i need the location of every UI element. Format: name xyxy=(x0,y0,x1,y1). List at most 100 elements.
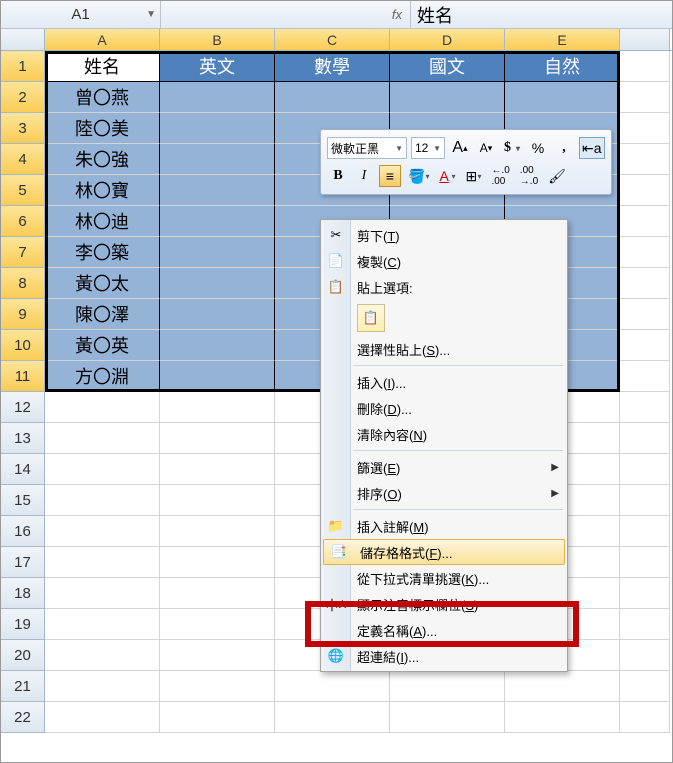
cell[interactable] xyxy=(620,268,670,299)
ctx-sort[interactable]: 排序(O) ▶ xyxy=(321,480,567,506)
row-header-12[interactable]: 12 xyxy=(1,392,45,423)
cell[interactable] xyxy=(160,82,275,113)
row-header-7[interactable]: 7 xyxy=(1,237,45,268)
cell[interactable] xyxy=(160,516,275,547)
comma-button[interactable]: , xyxy=(553,137,575,159)
cell[interactable] xyxy=(45,609,160,640)
format-painter-button[interactable]: 🖌 xyxy=(545,165,569,187)
decrease-indent-icon[interactable]: ⇤a xyxy=(579,137,605,159)
cell[interactable] xyxy=(620,206,670,237)
italic-button[interactable]: I xyxy=(353,165,375,187)
cell[interactable]: 曾〇燕 xyxy=(45,82,160,113)
center-align-button[interactable]: ≡ xyxy=(379,165,401,187)
cell[interactable] xyxy=(620,175,670,206)
cell[interactable] xyxy=(390,702,505,733)
col-header-C[interactable]: C xyxy=(275,29,390,50)
cell[interactable] xyxy=(160,330,275,361)
row-header-2[interactable]: 2 xyxy=(1,82,45,113)
ctx-show-phonetic[interactable]: 中文 顯示注音標示欄位(S) xyxy=(321,591,567,617)
ctx-clear[interactable]: 清除內容(N) xyxy=(321,421,567,447)
cell[interactable] xyxy=(620,578,670,609)
cell[interactable] xyxy=(160,206,275,237)
ctx-define-name[interactable]: 定義名稱(A)... xyxy=(321,617,567,643)
cell[interactable] xyxy=(620,640,670,671)
row-header-22[interactable]: 22 xyxy=(1,702,45,733)
row-header-21[interactable]: 21 xyxy=(1,671,45,702)
cell[interactable] xyxy=(45,485,160,516)
row-header-13[interactable]: 13 xyxy=(1,423,45,454)
cell[interactable] xyxy=(505,702,620,733)
ctx-insert-comment[interactable]: 📁 插入註解(M) xyxy=(321,513,567,539)
row-header-11[interactable]: 11 xyxy=(1,361,45,392)
cell[interactable]: 方〇淵 xyxy=(45,361,160,392)
currency-button[interactable]: $▾ xyxy=(501,137,523,159)
row-header-17[interactable]: 17 xyxy=(1,547,45,578)
col-header-E[interactable]: E xyxy=(505,29,620,50)
formula-input[interactable]: 姓名 xyxy=(411,1,672,28)
cell[interactable] xyxy=(275,702,390,733)
cell[interactable] xyxy=(160,640,275,671)
cell[interactable] xyxy=(160,175,275,206)
row-header-6[interactable]: 6 xyxy=(1,206,45,237)
cell[interactable] xyxy=(620,516,670,547)
cell[interactable] xyxy=(160,268,275,299)
percent-button[interactable]: % xyxy=(527,137,549,159)
cell[interactable]: 李〇築 xyxy=(45,237,160,268)
cell[interactable] xyxy=(160,578,275,609)
font-size-selector[interactable]: 12 ▼ xyxy=(411,137,445,159)
cell[interactable] xyxy=(620,82,670,113)
cell[interactable]: 陳〇澤 xyxy=(45,299,160,330)
cell[interactable] xyxy=(45,640,160,671)
cell[interactable] xyxy=(45,454,160,485)
cell[interactable]: 自然 xyxy=(505,51,620,82)
row-header-9[interactable]: 9 xyxy=(1,299,45,330)
cell[interactable]: 黃〇英 xyxy=(45,330,160,361)
cell[interactable] xyxy=(275,82,390,113)
cell[interactable] xyxy=(620,361,670,392)
cell[interactable]: 林〇迪 xyxy=(45,206,160,237)
row-header-15[interactable]: 15 xyxy=(1,485,45,516)
col-header-A[interactable]: A xyxy=(45,29,160,50)
row-header-14[interactable]: 14 xyxy=(1,454,45,485)
increase-decimal-button[interactable]: ←.0.00 xyxy=(488,165,512,187)
row-header-1[interactable]: 1 xyxy=(1,51,45,82)
name-box-dropdown-icon[interactable]: ▼ xyxy=(146,9,156,20)
cell[interactable] xyxy=(160,237,275,268)
cell[interactable] xyxy=(620,547,670,578)
cell[interactable]: 英文 xyxy=(160,51,275,82)
cell[interactable] xyxy=(275,671,390,702)
cell[interactable] xyxy=(620,392,670,423)
cell[interactable]: 黃〇太 xyxy=(45,268,160,299)
cell[interactable] xyxy=(620,454,670,485)
cell[interactable] xyxy=(160,361,275,392)
cell[interactable] xyxy=(160,392,275,423)
row-header-10[interactable]: 10 xyxy=(1,330,45,361)
cell[interactable] xyxy=(45,547,160,578)
cell[interactable] xyxy=(620,144,670,175)
cell[interactable] xyxy=(620,423,670,454)
cell[interactable] xyxy=(160,113,275,144)
cell[interactable] xyxy=(505,82,620,113)
cell[interactable] xyxy=(160,299,275,330)
row-header-5[interactable]: 5 xyxy=(1,175,45,206)
grow-font-button[interactable]: A▴ xyxy=(449,137,471,159)
decrease-decimal-button[interactable]: .00→.0 xyxy=(517,165,541,187)
fx-button[interactable]: fx xyxy=(161,1,411,28)
cell[interactable] xyxy=(620,237,670,268)
cell[interactable] xyxy=(620,113,670,144)
cell[interactable] xyxy=(620,330,670,361)
row-header-18[interactable]: 18 xyxy=(1,578,45,609)
cell[interactable] xyxy=(160,144,275,175)
ctx-format-cells[interactable]: 📑 儲存格格式(F)... xyxy=(323,539,565,565)
row-header-20[interactable]: 20 xyxy=(1,640,45,671)
ctx-hyperlink[interactable]: 🌐 超連結(I)... xyxy=(321,643,567,669)
cell[interactable]: 朱〇強 xyxy=(45,144,160,175)
bold-button[interactable]: B xyxy=(327,165,349,187)
cell[interactable] xyxy=(620,485,670,516)
ctx-cut[interactable]: ✂ 剪下(T) xyxy=(321,222,567,248)
cell[interactable] xyxy=(620,299,670,330)
ctx-paste-special[interactable]: 選擇性貼上(S)... xyxy=(321,336,567,362)
ctx-copy[interactable]: 📄 複製(C) xyxy=(321,248,567,274)
cell[interactable] xyxy=(160,702,275,733)
cell[interactable]: 陸〇美 xyxy=(45,113,160,144)
